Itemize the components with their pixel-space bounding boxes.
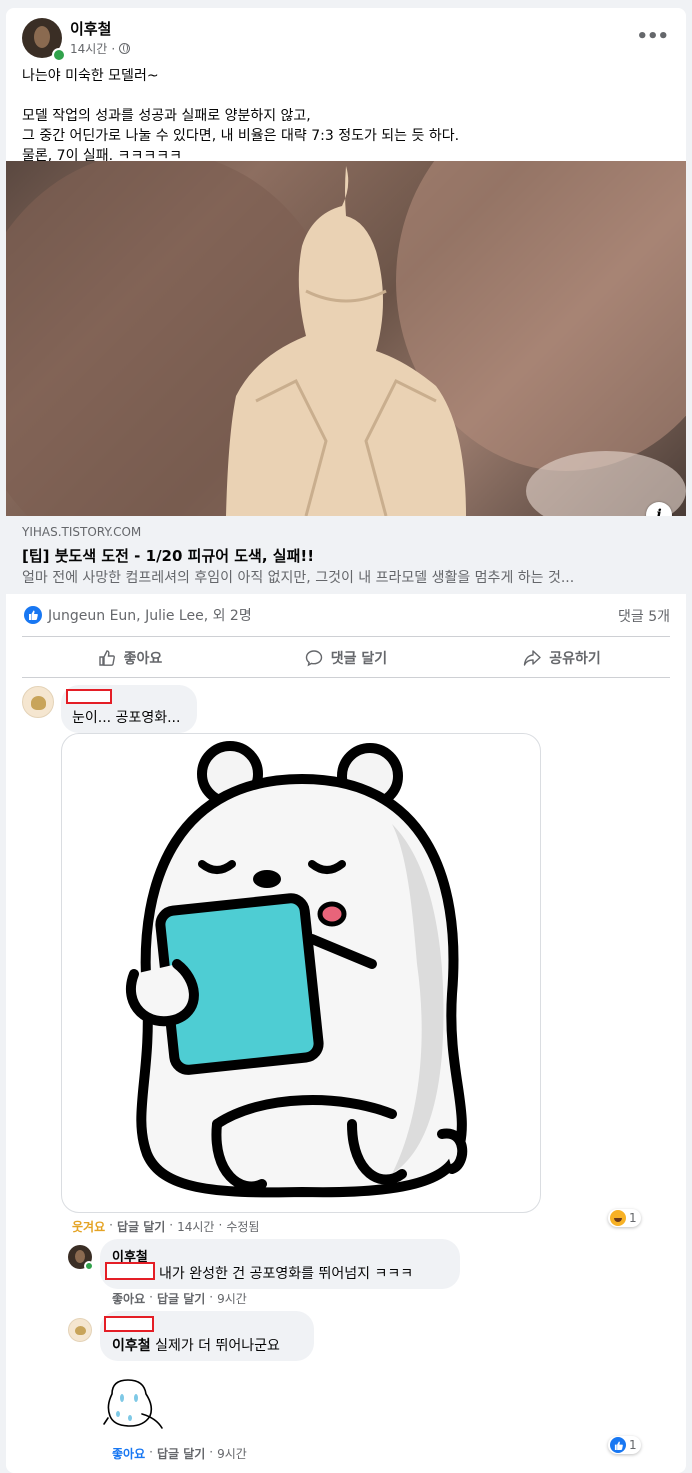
comment-text: 눈이... 공포영화...	[72, 710, 181, 726]
online-indicator	[84, 1261, 94, 1271]
post-time[interactable]: 14시간	[70, 40, 107, 57]
sticker-image[interactable]	[102, 1374, 172, 1434]
comment-icon	[305, 650, 322, 667]
link-domain: YIHAS.TISTORY.COM	[22, 525, 142, 539]
redacted-name	[104, 1316, 154, 1332]
divider	[22, 677, 670, 678]
share-button[interactable]: 공유하기	[454, 640, 670, 676]
reply-meta: 좋아요 · 답글 달기 · 9시간	[112, 1290, 247, 1307]
divider	[22, 636, 670, 637]
reactors-text[interactable]: Jungeun Eun, Julie Lee, 외 2명	[48, 605, 252, 625]
reaction-summary[interactable]: Jungeun Eun, Julie Lee, 외 2명	[24, 605, 252, 625]
reply-link[interactable]: 답글 달기	[157, 1445, 205, 1462]
like-reaction-icon	[610, 1437, 626, 1453]
redacted-mention	[105, 1262, 155, 1280]
link-preview-image[interactable]	[6, 161, 686, 516]
reply-link[interactable]: 답글 달기	[157, 1290, 205, 1307]
crying-bear-sticker	[103, 1379, 163, 1429]
reply-text: 이후철 실제가 더 뛰어나군요	[112, 1338, 280, 1354]
sticker-image[interactable]	[61, 733, 541, 1213]
mention-link[interactable]: 이후철	[112, 1338, 151, 1354]
share-icon	[524, 650, 541, 666]
redacted-name	[66, 689, 112, 704]
reply-text: 내가 완성한 건 공포영화를 뛰어넘지 ㅋㅋㅋ	[159, 1266, 414, 1282]
edited-label: 수정됨	[226, 1220, 260, 1234]
post-text: 나는야 미숙한 모델러~ 모델 작업의 성과를 성공과 실패로 양분하지 않고,…	[22, 68, 460, 164]
link-description: 얼마 전에 사망한 컴프레셔의 후임이 아직 없지만, 그것이 내 프라모델 생…	[22, 570, 575, 586]
like-reaction-icon	[24, 606, 42, 624]
post-card: 이후철 14시간 · ••• 나는야 미숙한 모델러~ 모델 작업의 성과를 성…	[6, 8, 686, 1473]
online-indicator	[52, 48, 66, 62]
reply-time[interactable]: 9시간	[217, 1445, 247, 1462]
like-link[interactable]: 좋아요	[112, 1290, 145, 1307]
reply-commenter-avatar[interactable]	[68, 1318, 92, 1342]
polar-bear-sticker	[125, 741, 468, 1198]
reply-meta: 좋아요 · 답글 달기 · 9시간	[112, 1445, 247, 1462]
haha-icon	[610, 1210, 626, 1226]
haha-reaction-label[interactable]: 웃겨요	[72, 1218, 105, 1235]
reaction-count-pill[interactable]: 1	[608, 1209, 641, 1227]
more-options-button[interactable]: •••	[636, 26, 669, 47]
comment-meta: 웃겨요 · 답글 달기 · 14시간 · 수정됨	[72, 1218, 260, 1235]
like-button[interactable]: 좋아요	[22, 640, 238, 676]
commenter-avatar[interactable]	[22, 686, 54, 718]
author-name[interactable]: 이후철	[70, 18, 111, 39]
reply-time[interactable]: 9시간	[217, 1290, 247, 1307]
like-link[interactable]: 좋아요	[112, 1445, 145, 1462]
comment-time[interactable]: 14시간	[177, 1218, 214, 1235]
thumbs-up-icon	[98, 650, 115, 666]
comment-button[interactable]: 댓글 달기	[238, 640, 454, 676]
post-meta: 14시간 ·	[70, 40, 131, 57]
figure-photo-illustration	[6, 161, 686, 516]
comment-count[interactable]: 댓글 5개	[618, 606, 670, 626]
reply-link[interactable]: 답글 달기	[117, 1218, 165, 1235]
link-title[interactable]: [팁] 붓도색 도전 - 1/20 피규어 도색, 실패!!	[22, 545, 314, 566]
reaction-count-pill[interactable]: 1	[608, 1436, 641, 1454]
globe-icon	[119, 43, 131, 54]
